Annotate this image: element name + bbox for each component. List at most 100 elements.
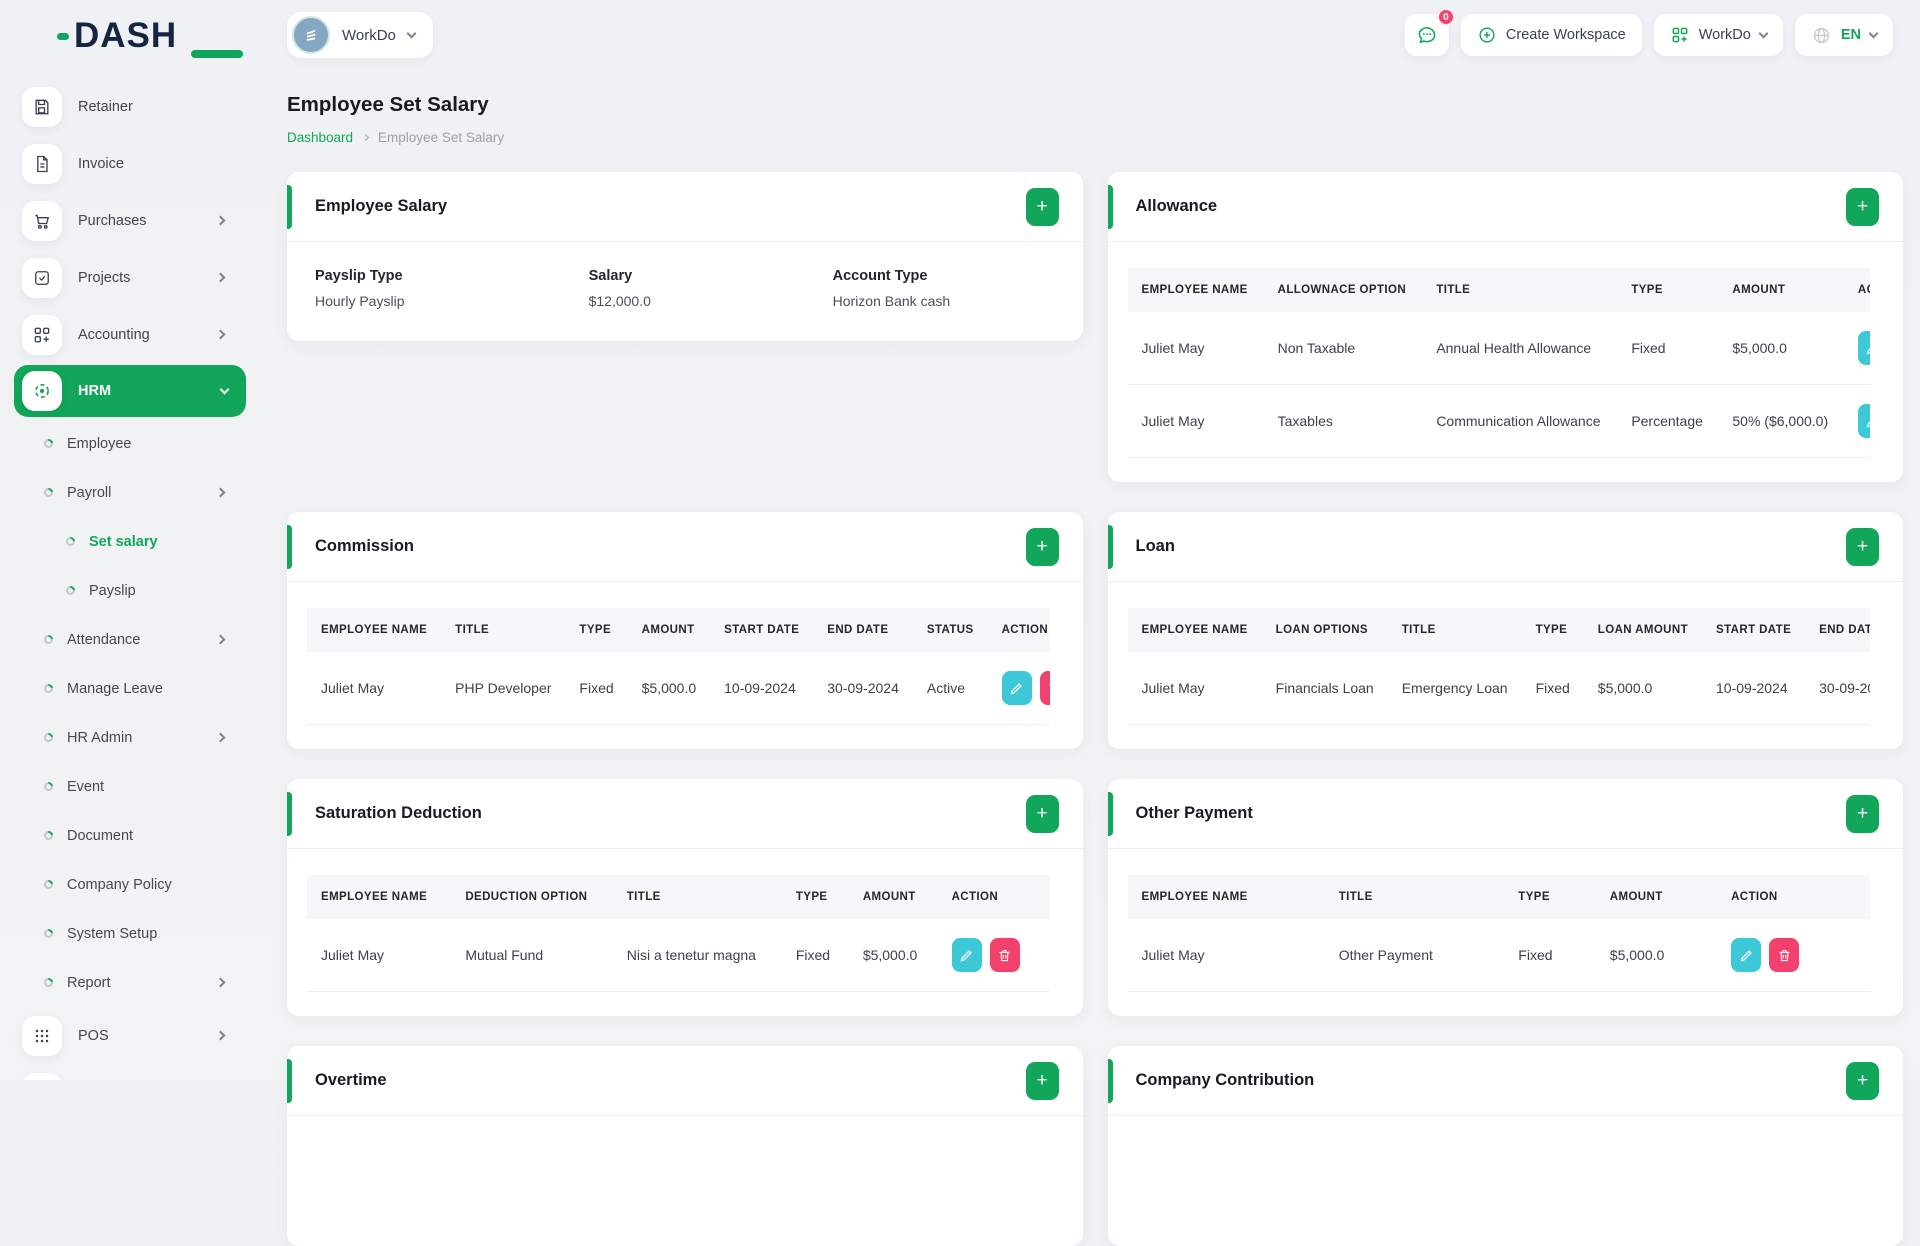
cell-allownace-option: Non Taxable <box>1264 312 1423 385</box>
sidebar-item-system-setup[interactable]: System Setup <box>0 909 270 958</box>
sidebar-item-pos[interactable]: POS <box>0 1007 270 1064</box>
cell-title: Nisi a tenetur magna <box>613 919 782 992</box>
add-button[interactable]: + <box>1026 188 1059 226</box>
workspace-switcher[interactable]: WorkDo <box>287 12 433 58</box>
card-title: Loan <box>1136 537 1847 556</box>
sidebar-item-purchases[interactable]: Purchases <box>0 192 270 249</box>
add-button[interactable]: + <box>1846 528 1879 566</box>
column-header-employee-name: EMPLOYEE NAME <box>1128 608 1262 652</box>
column-header-action: ACTION <box>1844 268 1870 312</box>
add-button[interactable]: + <box>1846 795 1879 833</box>
cell-type: Percentage <box>1617 385 1718 458</box>
sidebar-item-projects[interactable]: Projects <box>0 249 270 306</box>
column-header-end-date: END DATE <box>813 608 913 652</box>
sidebar-item-crm[interactable]: CRM <box>0 1064 270 1080</box>
delete-button[interactable] <box>1040 671 1050 705</box>
crm-icon <box>22 1073 62 1081</box>
globe-icon <box>1811 25 1832 46</box>
create-workspace-label: Create Workspace <box>1506 27 1626 43</box>
bullet-icon <box>42 486 55 499</box>
sidebar-item-label: HR Admin <box>67 730 132 746</box>
table-row: Juliet MayFinancials LoanEmergency LoanF… <box>1128 652 1871 725</box>
column-header-title: TITLE <box>1325 875 1505 919</box>
card-loan: Loan + EMPLOYEE NAMELOAN OPTIONSTITLETYP… <box>1108 512 1904 749</box>
cell-allownace-option: Taxables <box>1264 385 1423 458</box>
column-header-allownace-option: ALLOWNACE OPTION <box>1264 268 1423 312</box>
sidebar-item-report[interactable]: Report <box>0 958 270 1007</box>
card-employee-salary: Employee Salary + Payslip TypeHourly Pay… <box>287 172 1083 341</box>
sidebar-item-invoice[interactable]: Invoice <box>0 135 270 192</box>
sidebar: Retainer Invoice PurchasesProjectsAccounti… <box>0 70 270 1080</box>
sidebar-item-label: Invoice <box>78 156 124 172</box>
bullet-icon <box>42 437 55 450</box>
sidebar-item-company-policy[interactable]: Company Policy <box>0 860 270 909</box>
logo-wordmark: DASH <box>74 16 177 56</box>
table-row: Juliet MayTaxablesCommunication Allowanc… <box>1128 385 1871 458</box>
table-row: Juliet MayMutual FundNisi a tenetur magn… <box>307 919 1050 992</box>
card-title: Commission <box>315 537 1026 556</box>
workdo-menu-button[interactable]: WorkDo <box>1654 14 1783 56</box>
card-title: Allowance <box>1136 197 1847 216</box>
card-accent <box>1108 792 1113 836</box>
edit-button[interactable] <box>1858 404 1870 438</box>
add-button[interactable]: + <box>1846 188 1879 226</box>
edit-button[interactable] <box>1858 331 1870 365</box>
delete-button[interactable] <box>990 938 1020 972</box>
cell-amount: 50% ($6,000.0) <box>1718 385 1844 458</box>
column-header-start-date: START DATE <box>710 608 813 652</box>
cell-type: Fixed <box>1504 919 1595 992</box>
sidebar-item-event[interactable]: Event <box>0 762 270 811</box>
sidebar-item-payslip[interactable]: Payslip <box>0 566 270 615</box>
other-payment-table: EMPLOYEE NAMETITLETYPEAMOUNTACTIONJuliet… <box>1128 875 1871 992</box>
saturation-deduction-table: EMPLOYEE NAMEDEDUCTION OPTIONTITLETYPEAM… <box>307 875 1050 992</box>
add-button[interactable]: + <box>1026 795 1059 833</box>
column-header-status: STATUS <box>913 608 988 652</box>
bullet-icon <box>64 535 77 548</box>
breadcrumb-dashboard-link[interactable]: Dashboard <box>287 130 353 145</box>
table-row: Juliet MayOther PaymentFixed$5,000.0 <box>1128 919 1871 992</box>
add-button[interactable]: + <box>1026 1062 1059 1100</box>
column-header-title: TITLE <box>1422 268 1617 312</box>
field-label: Account Type <box>833 268 1055 284</box>
plus-circle-icon <box>1477 25 1497 45</box>
column-header-employee-name: EMPLOYEE NAME <box>307 875 451 919</box>
messages-button[interactable]: 0 <box>1405 14 1449 56</box>
sidebar-item-payroll[interactable]: Payroll <box>0 468 270 517</box>
retainer-icon <box>22 87 62 127</box>
sidebar-item-attendance[interactable]: Attendance <box>0 615 270 664</box>
sidebar-item-manage-leave[interactable]: Manage Leave <box>0 664 270 713</box>
purchases-icon <box>22 201 62 241</box>
topbar: DASH WorkDo 0 Create Workspace <box>0 0 1920 70</box>
sidebar-item-hr-admin[interactable]: HR Admin <box>0 713 270 762</box>
main-content: Employee Set Salary Dashboard Employee S… <box>287 70 1903 1080</box>
hrm-icon <box>22 371 62 411</box>
sidebar-item-document[interactable]: Document <box>0 811 270 860</box>
edit-button[interactable] <box>1731 938 1761 972</box>
sidebar-item-hrm[interactable]: HRM <box>14 365 246 417</box>
cell-employee-name: Juliet May <box>1128 919 1325 992</box>
create-workspace-button[interactable]: Create Workspace <box>1461 14 1642 56</box>
sidebar-item-accounting[interactable]: Accounting <box>0 306 270 363</box>
cell-status: Active <box>913 652 988 725</box>
edit-button[interactable] <box>1002 671 1032 705</box>
sidebar-item-employee[interactable]: Employee <box>0 419 270 468</box>
add-button[interactable]: + <box>1846 1062 1879 1100</box>
sidebar-item-label: Employee <box>67 436 131 452</box>
column-header-deduction-option: DEDUCTION OPTION <box>451 875 612 919</box>
delete-button[interactable] <box>1769 938 1799 972</box>
card-saturation-deduction: Saturation Deduction + EMPLOYEE NAMEDEDU… <box>287 779 1083 1016</box>
cell-employee-name: Juliet May <box>307 919 451 992</box>
sidebar-item-label: Retainer <box>78 99 133 115</box>
cell-amount: $5,000.0 <box>628 652 711 725</box>
language-code: EN <box>1841 27 1861 43</box>
card-accent <box>1108 1059 1113 1103</box>
message-count-badge: 0 <box>1437 8 1455 26</box>
bullet-icon <box>42 976 55 989</box>
add-button[interactable]: + <box>1026 528 1059 566</box>
sidebar-item-retainer[interactable]: Retainer <box>0 78 270 135</box>
edit-button[interactable] <box>952 938 982 972</box>
sidebar-item-set-salary[interactable]: Set salary <box>0 517 270 566</box>
column-header-employee-name: EMPLOYEE NAME <box>1128 268 1264 312</box>
table-header-row: EMPLOYEE NAMELOAN OPTIONSTITLETYPELOAN A… <box>1128 608 1871 652</box>
language-selector[interactable]: EN <box>1795 14 1893 56</box>
